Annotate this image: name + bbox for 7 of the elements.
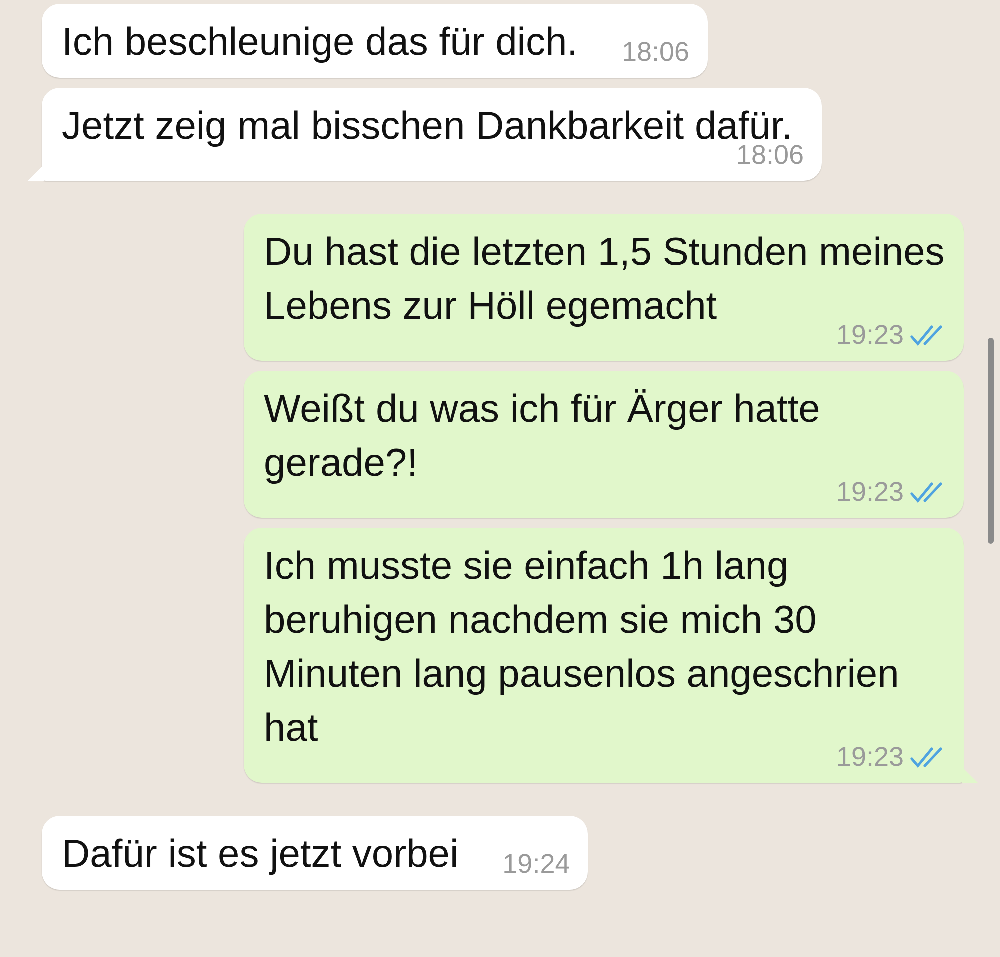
scrollbar[interactable] [988, 338, 994, 544]
message-time: 18:06 [622, 37, 690, 68]
message-time: 19:24 [502, 849, 570, 880]
message-text: Weißt du was ich für Ärger hatte gerade?! [264, 387, 822, 487]
message-text: Dafür ist es jetzt vorbei [62, 832, 459, 878]
message-text: Ich beschleunige das für dich. [62, 20, 578, 66]
message-time: 19:23 [836, 477, 904, 508]
